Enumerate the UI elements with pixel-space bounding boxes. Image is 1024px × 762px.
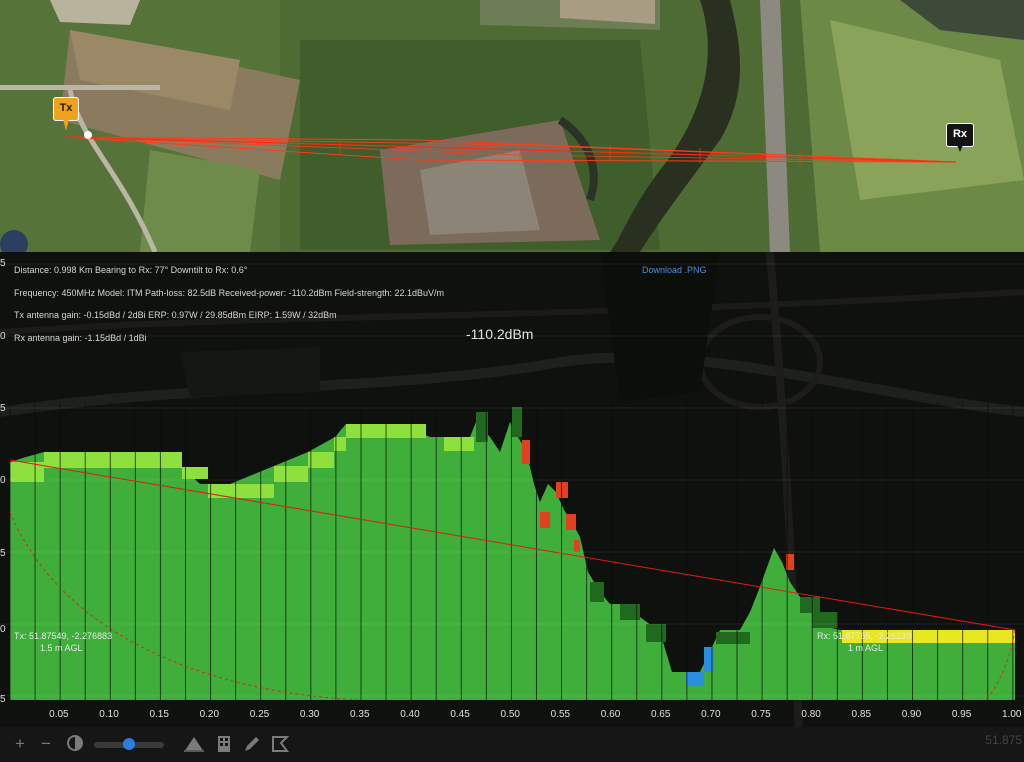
opacity-icon[interactable] — [66, 735, 84, 753]
x-tick-label: 0.30 — [299, 709, 320, 720]
x-tick-label: 0.05 — [49, 709, 69, 720]
map-toolbar: + − 51.875 — [0, 727, 1024, 762]
tx-point-marker[interactable] — [84, 131, 92, 139]
tx-height-agl: 1.5 m AGL — [40, 643, 83, 653]
opacity-slider-handle[interactable] — [123, 738, 135, 750]
tx-coordinates: Tx: 51.87549, -2.276883 — [14, 631, 113, 641]
x-tick-label: 0.15 — [149, 709, 169, 720]
y-tick-label: 5 — [0, 694, 6, 705]
aerial-imagery[interactable] — [0, 0, 1024, 252]
rx-endpoint-label: Rx: 51.87765, -2.26239 1 m AGL — [817, 630, 911, 654]
pencil-icon[interactable] — [242, 735, 262, 753]
rx-coordinates: Rx: 51.87765, -2.26239 — [817, 631, 912, 641]
x-tick-label: 0.85 — [851, 709, 872, 720]
rx-marker[interactable]: Rx — [946, 123, 974, 152]
x-tick-label: 0.35 — [350, 709, 370, 720]
zoom-out-button[interactable]: − — [36, 735, 56, 753]
x-tick-label: 0.60 — [600, 709, 621, 720]
y-tick-label: 5 — [0, 548, 6, 559]
x-tick-label: 0.75 — [751, 709, 771, 720]
x-tick-label: 1.00 — [1002, 709, 1022, 720]
zoom-in-button[interactable]: + — [10, 735, 30, 753]
y-tick-label: 0 — [0, 331, 6, 342]
x-tick-label: 0.10 — [99, 709, 119, 720]
x-tick-label: 0.40 — [400, 709, 420, 720]
crop-icon[interactable] — [270, 735, 290, 753]
x-tick-label: 0.90 — [901, 709, 922, 720]
x-tick-label: 0.45 — [450, 709, 470, 720]
x-tick-label: 0.65 — [650, 709, 671, 720]
x-tick-label: 0.80 — [801, 709, 821, 720]
terrain-profile-icon[interactable] — [182, 735, 206, 753]
x-tick-label: 0.25 — [249, 709, 270, 720]
y-tick-label: 5 — [0, 258, 6, 269]
building-icon[interactable] — [216, 735, 232, 753]
y-tick-label: 0 — [0, 475, 6, 486]
coordinate-readout: 51.875 — [985, 733, 1022, 747]
terrain-profile-chart — [0, 263, 1024, 701]
x-tick-label: 0.50 — [500, 709, 520, 720]
x-tick-label: 0.70 — [701, 709, 721, 720]
x-tick-label: 0.95 — [951, 709, 972, 720]
tx-endpoint-label: Tx: 51.87549, -2.276883 1.5 m AGL — [14, 630, 112, 654]
y-tick-label: 5 — [0, 403, 6, 414]
x-tick-label: 0.55 — [550, 709, 571, 720]
x-tick-label: 0.20 — [199, 709, 220, 720]
tx-marker[interactable]: Tx — [53, 97, 79, 131]
rx-height-agl: 1 m AGL — [848, 643, 884, 653]
y-tick-label: 0 — [0, 624, 6, 635]
